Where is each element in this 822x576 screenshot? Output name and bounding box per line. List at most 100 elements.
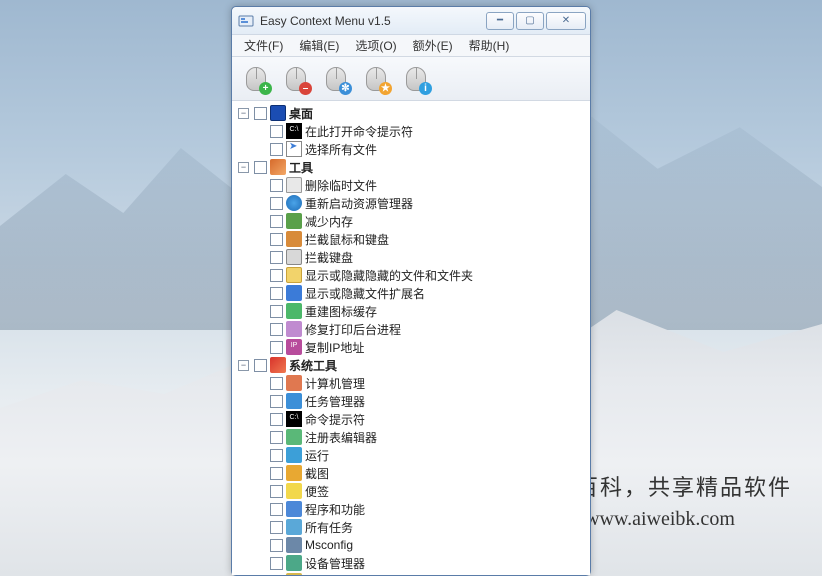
checkbox[interactable] (254, 359, 267, 372)
tree-label: 重新启动资源管理器 (305, 195, 413, 212)
expander-icon[interactable]: − (238, 360, 249, 371)
checkbox[interactable] (270, 179, 283, 192)
ic-programs-icon (286, 501, 302, 517)
checkbox[interactable] (270, 323, 283, 336)
tree-row[interactable]: 任务管理器 (270, 392, 586, 410)
tree-row[interactable]: 所有任务 (270, 518, 586, 536)
tool-info[interactable]: i (398, 61, 434, 97)
tree-item-show-hide-ext: 显示或隐藏文件扩展名 (254, 284, 586, 302)
checkbox[interactable] (270, 431, 283, 444)
maximize-button[interactable]: ▢ (516, 12, 544, 30)
ic-trash-icon (286, 177, 302, 193)
tree-row[interactable]: 程序和功能 (270, 500, 586, 518)
checkbox[interactable] (270, 503, 283, 516)
tree-item-open-cmd-here: C:\在此打开命令提示符 (254, 122, 586, 140)
checkbox[interactable] (270, 413, 283, 426)
remove-badge-icon: – (299, 82, 312, 95)
expander-icon[interactable]: − (238, 108, 249, 119)
tree-label: 桌面 (289, 105, 313, 122)
checkbox[interactable] (270, 269, 283, 282)
ic-alltasks-icon (286, 519, 302, 535)
ic-cmd-icon: C:\ (286, 411, 302, 427)
checkbox[interactable] (254, 161, 267, 174)
checkbox[interactable] (270, 197, 283, 210)
tool-gear[interactable]: ✼ (318, 61, 354, 97)
tool-add[interactable]: + (238, 61, 274, 97)
checkbox[interactable] (270, 233, 283, 246)
tree-row[interactable]: 删除临时文件 (270, 176, 586, 194)
checkbox[interactable] (270, 521, 283, 534)
tree-label: 在此打开命令提示符 (305, 123, 413, 140)
checkbox[interactable] (270, 215, 283, 228)
checkbox[interactable] (270, 395, 283, 408)
tree-item-select-all-files: 选择所有文件 (254, 140, 586, 158)
tree-row[interactable]: 重新启动资源管理器 (270, 194, 586, 212)
menu-file[interactable]: 文件(F) (236, 35, 291, 56)
tree-label: 重建图标缓存 (305, 303, 377, 320)
tree-label: 系统工具 (289, 357, 337, 374)
checkbox[interactable] (270, 575, 283, 576)
checkbox[interactable] (270, 449, 283, 462)
tree-row[interactable]: C:\命令提示符 (270, 410, 586, 428)
tree-row[interactable]: 工具 (254, 158, 586, 176)
tree-row[interactable]: 运行 (270, 446, 586, 464)
ic-regedit-icon (286, 429, 302, 445)
tree-item-all-tasks: 所有任务 (254, 518, 586, 536)
tree-row[interactable]: 显示或隐藏隐藏的文件和文件夹 (270, 266, 586, 284)
tree-row[interactable]: 截图 (270, 464, 586, 482)
checkbox[interactable] (254, 107, 267, 120)
tree-item-snipping: 截图 (254, 464, 586, 482)
checkbox[interactable] (270, 377, 283, 390)
tree-label: 选择所有文件 (305, 141, 377, 158)
tree-row[interactable]: 桌面 (254, 104, 586, 122)
tree-row[interactable]: 拦截键盘 (270, 248, 586, 266)
tool-wizard[interactable]: ★ (358, 61, 394, 97)
menu-edit[interactable]: 编辑(E) (291, 35, 347, 56)
tree-row[interactable]: 减少内存 (270, 212, 586, 230)
tree-group-system-tools: − 系统工具计算机管理任务管理器C:\命令提示符注册表编辑器运行截图便签程序和功能… (238, 356, 586, 575)
titlebar[interactable]: Easy Context Menu v1.5 ━ ▢ ✕ (232, 7, 590, 35)
tree-row[interactable]: C:\在此打开命令提示符 (270, 122, 586, 140)
toolbar: + –✼★i (232, 57, 590, 101)
tree-row[interactable]: IP复制IP地址 (270, 338, 586, 356)
tree-item-programs-features: 程序和功能 (254, 500, 586, 518)
tree-row[interactable]: Msconfig (270, 536, 586, 554)
tool-remove[interactable]: – (278, 61, 314, 97)
tree-row[interactable]: 显示或隐藏文件扩展名 (270, 284, 586, 302)
menu-help[interactable]: 帮助(H) (461, 35, 518, 56)
ic-devmgr-icon (286, 555, 302, 571)
close-button[interactable]: ✕ (546, 12, 586, 30)
menu-extra[interactable]: 额外(E) (405, 35, 461, 56)
checkbox[interactable] (270, 125, 283, 138)
checkbox[interactable] (270, 143, 283, 156)
checkbox[interactable] (270, 305, 283, 318)
checkbox[interactable] (270, 287, 283, 300)
tree-row[interactable]: 网络连接 (270, 572, 586, 575)
checkbox[interactable] (270, 251, 283, 264)
checkbox[interactable] (270, 341, 283, 354)
app-window: Easy Context Menu v1.5 ━ ▢ ✕ 文件(F)编辑(E)选… (231, 6, 591, 576)
tree-item-regedit: 注册表编辑器 (254, 428, 586, 446)
minimize-button[interactable]: ━ (486, 12, 514, 30)
tree-row[interactable]: 修复打印后台进程 (270, 320, 586, 338)
tree-row[interactable]: 系统工具 (254, 356, 586, 374)
tree-label: 注册表编辑器 (305, 429, 377, 446)
tree-row[interactable]: 便签 (270, 482, 586, 500)
tree-row[interactable]: 选择所有文件 (270, 140, 586, 158)
checkbox[interactable] (270, 539, 283, 552)
tree-row[interactable]: 设备管理器 (270, 554, 586, 572)
expander-icon[interactable]: − (238, 162, 249, 173)
menu-options[interactable]: 选项(O) (347, 35, 404, 56)
tree-row[interactable]: 计算机管理 (270, 374, 586, 392)
tree-row[interactable]: 注册表编辑器 (270, 428, 586, 446)
tree-label: 设备管理器 (305, 555, 365, 572)
checkbox[interactable] (270, 467, 283, 480)
tree-view[interactable]: −桌面C:\在此打开命令提示符选择所有文件−工具删除临时文件重新启动资源管理器减… (232, 101, 590, 575)
checkbox[interactable] (270, 485, 283, 498)
tree-row[interactable]: 重建图标缓存 (270, 302, 586, 320)
checkbox[interactable] (270, 557, 283, 570)
tree-item-cmd-prompt: C:\命令提示符 (254, 410, 586, 428)
tree-row[interactable]: 拦截鼠标和键盘 (270, 230, 586, 248)
tree-children: 计算机管理任务管理器C:\命令提示符注册表编辑器运行截图便签程序和功能所有任务M… (254, 374, 586, 575)
tree-label: 修复打印后台进程 (305, 321, 401, 338)
